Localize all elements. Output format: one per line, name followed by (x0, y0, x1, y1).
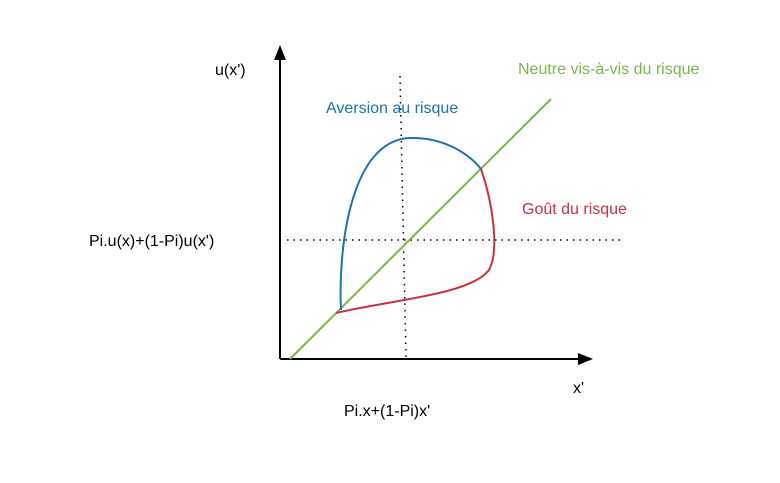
x-value-label: Pi.x+(1-Pi)x' (344, 403, 430, 420)
risk-attitude-diagram: u(x') x' Pi.u(x)+(1-Pi)u(x') Pi.x+(1-Pi)… (89, 45, 700, 420)
aversion-label: Aversion au risque (326, 100, 458, 117)
y-axis-label: u(x') (215, 62, 246, 79)
aversion-curve (339, 136, 482, 311)
x-axis-arrow (578, 353, 593, 365)
neutre-label: Neutre vis-à-vis du risque (518, 61, 700, 78)
gout-curve (335, 168, 496, 314)
vertical-dotted-guide (399, 75, 407, 358)
y-axis-arrow (274, 45, 286, 60)
y-value-label: Pi.u(x)+(1-Pi)u(x') (89, 233, 214, 250)
gout-label: Goût du risque (522, 201, 627, 218)
x-axis-label: x' (573, 380, 584, 397)
